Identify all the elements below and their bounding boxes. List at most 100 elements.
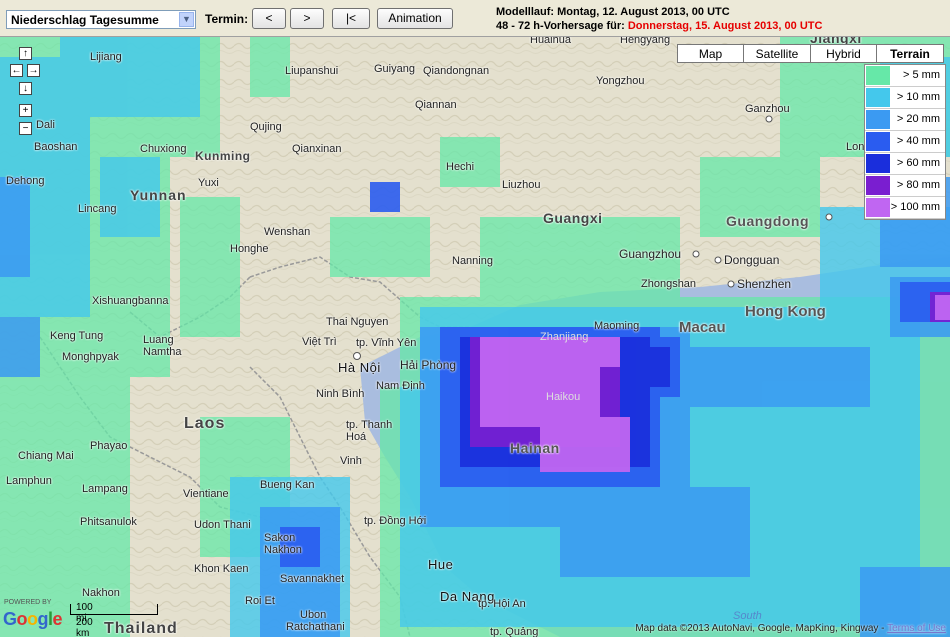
- place-lampang: Lampang: [82, 483, 128, 495]
- legend-row: > 100 mm: [865, 197, 945, 219]
- place-hong-kong: Hong Kong: [745, 303, 826, 320]
- place-macau: Macau: [679, 319, 726, 336]
- place-monghpyak: Monghpyak: [62, 351, 119, 363]
- place-ratchathani: Ratchathani: [286, 621, 345, 633]
- place-qiannan: Qiannan: [415, 99, 457, 111]
- arrow-up-icon[interactable]: ↑: [19, 47, 32, 60]
- place-south-sea: South: [733, 610, 762, 622]
- legend-label: > 80 mm: [896, 179, 940, 191]
- precipitation-legend: > 5 mm > 10 mm > 20 mm > 40 mm > 60 mm > 80 m…: [864, 64, 946, 220]
- arrow-right-icon[interactable]: →: [27, 64, 40, 77]
- legend-swatch: [866, 66, 890, 85]
- product-select[interactable]: Niederschlag Tagesumme ▼: [6, 10, 196, 29]
- place-ubon: Ubon: [300, 609, 327, 621]
- place-dongguan: Dongguan: [724, 253, 780, 267]
- place-hoi-an: tp. Hội An: [478, 598, 526, 610]
- place-xishuangbanna: Xishuangbanna: [92, 295, 169, 307]
- maptype-satellite-button[interactable]: Satellite: [743, 44, 811, 63]
- plus-icon[interactable]: +: [19, 104, 32, 117]
- termin-label: Termin:: [205, 12, 249, 26]
- legend-label: > 40 mm: [896, 135, 940, 147]
- place-chiang-mai: Chiang Mai: [18, 450, 74, 462]
- place-wenshan: Wenshan: [264, 226, 311, 238]
- legend-row: > 20 mm: [865, 109, 945, 131]
- place-ha-noi: Hà Nội: [338, 360, 381, 375]
- minus-icon[interactable]: −: [19, 122, 32, 135]
- terms-of-use-link[interactable]: Terms of Use: [887, 623, 946, 634]
- legend-label: > 100 mm: [890, 201, 940, 213]
- place-thanh-hoa: tp. Thanh Hoá: [346, 419, 393, 443]
- place-keng-tung: Keng Tung: [50, 330, 104, 342]
- place-honghe: Honghe: [230, 243, 269, 255]
- arrow-down-icon[interactable]: ↓: [19, 82, 32, 95]
- place-hai-phong: Hải Phòng: [400, 358, 457, 372]
- place-luang-namtha: Luang Namtha: [143, 334, 182, 358]
- prev-button[interactable]: <: [252, 8, 286, 29]
- place-laos: Laos: [184, 415, 226, 432]
- legend-label: > 5 mm: [903, 69, 940, 81]
- place-maoming: Maoming: [594, 320, 640, 332]
- animation-button[interactable]: Animation: [377, 8, 453, 29]
- place-kunming: Kunming: [195, 149, 251, 163]
- place-chuxiong: Chuxiong: [140, 143, 187, 155]
- legend-label: > 60 mm: [896, 157, 940, 169]
- legend-row: > 5 mm: [865, 65, 945, 87]
- maptype-hybrid-button[interactable]: Hybrid: [810, 44, 877, 63]
- legend-row: > 60 mm: [865, 153, 945, 175]
- legend-swatch: [866, 154, 890, 173]
- place-nakhon: Nakhon: [82, 587, 120, 599]
- place-yongzhou: Yongzhou: [596, 75, 645, 87]
- legend-row: > 40 mm: [865, 131, 945, 153]
- place-hainan: Hainan: [510, 440, 560, 456]
- legend-label: > 20 mm: [896, 113, 940, 125]
- place-lamphun: Lamphun: [6, 475, 52, 487]
- legend-swatch: [866, 198, 890, 217]
- place-yunnan: Yunnan: [130, 187, 187, 203]
- map-attribution: Map data ©2013 AutoNavi, Google, MapKing…: [635, 623, 946, 634]
- legend-row: > 10 mm: [865, 87, 945, 109]
- map-canvas[interactable]: Huaihua Hengyang Jiangxi Lijiang Liupans…: [0, 37, 950, 637]
- place-udon-thani: Udon Thani: [194, 519, 251, 531]
- place-dong-hoi: tp. Đồng Hới: [364, 515, 427, 527]
- place-zhanjiang: Zhanjiang: [540, 331, 589, 343]
- model-run-text: Modelllauf: Montag, 12. August 2013, 00 …: [496, 6, 730, 18]
- first-button[interactable]: |<: [332, 8, 370, 29]
- arrow-left-icon[interactable]: ←: [10, 64, 23, 77]
- place-vinh: Vinh: [340, 455, 362, 467]
- toolbar: Niederschlag Tagesumme ▼ Termin: < > |< …: [0, 0, 950, 37]
- place-hue: Hue: [428, 557, 454, 572]
- place-lincang: Lincang: [78, 203, 117, 215]
- place-baoshan: Baoshan: [34, 141, 78, 153]
- place-nam-dinh: Nam Định: [376, 380, 425, 392]
- product-select-value: Niederschlag Tagesumme: [11, 13, 159, 27]
- place-khon-kaen: Khon Kaen: [194, 563, 249, 575]
- place-hechi: Hechi: [446, 161, 475, 173]
- place-thai-nguyen: Thai Nguyen: [326, 316, 389, 328]
- maptype-map-button[interactable]: Map: [677, 44, 744, 63]
- place-haikou: Haikou: [546, 391, 581, 403]
- place-lon: Lon: [846, 141, 865, 153]
- next-button[interactable]: >: [290, 8, 324, 29]
- google-logo[interactable]: Google: [3, 609, 63, 630]
- place-dali: Dali: [36, 119, 55, 131]
- place-guangdong: Guangdong: [726, 213, 810, 229]
- place-qianxinan: Qianxinan: [292, 143, 342, 155]
- legend-row: > 80 mm: [865, 175, 945, 197]
- place-quang: tp. Quảng: [490, 626, 539, 637]
- legend-swatch: [866, 176, 890, 195]
- place-guangzhou: Guangzhou: [619, 247, 682, 261]
- place-nanning: Nanning: [452, 255, 493, 267]
- maptype-terrain-button[interactable]: Terrain: [876, 44, 944, 63]
- place-zhongshan: Zhongshan: [641, 278, 697, 290]
- chevron-down-icon[interactable]: ▼: [179, 12, 194, 27]
- attribution-text: Map data ©2013 AutoNavi, Google, MapKing…: [635, 623, 888, 634]
- place-vientiane: Vientiane: [183, 488, 229, 500]
- scale-km: 200 km: [76, 617, 93, 637]
- place-viet-tri: Việt Trì: [302, 336, 337, 348]
- place-phayao: Phayao: [90, 440, 128, 452]
- place-hengyang: Hengyang: [620, 37, 671, 46]
- place-dehong: Dehong: [6, 175, 45, 187]
- legend-swatch: [866, 110, 890, 129]
- legend-swatch: [866, 88, 890, 107]
- place-liuzhou: Liuzhou: [502, 179, 541, 191]
